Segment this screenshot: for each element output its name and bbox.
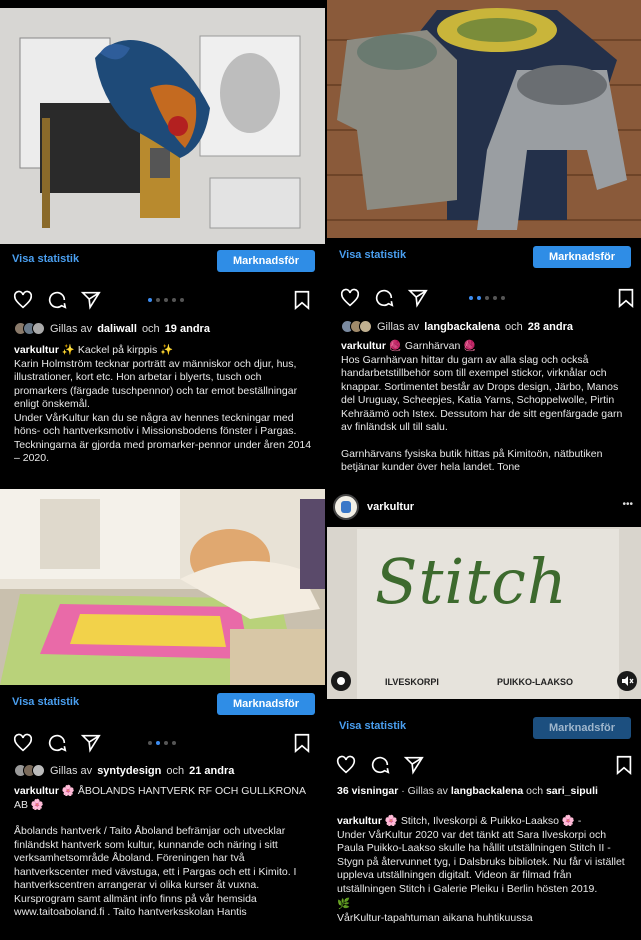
- liked-by-prefix: Gillas av: [50, 764, 93, 777]
- post-caption: varkultur 🧶 Garnhärvan 🧶 Hos Garnhärvan …: [341, 340, 629, 475]
- view-count[interactable]: 36 visningar: [337, 785, 398, 797]
- avatar[interactable]: [333, 494, 359, 520]
- post-actions: [0, 728, 325, 756]
- liked-by-suffix: och: [526, 785, 544, 797]
- stats-bar: Visa statistik Marknadsför: [0, 687, 325, 721]
- share-icon[interactable]: [407, 287, 429, 309]
- caption-body-2: Under VårKultur kan du se några av henne…: [14, 411, 312, 465]
- liked-by-user-2[interactable]: sari_sipuli: [546, 785, 598, 797]
- comment-icon[interactable]: [373, 287, 395, 309]
- post-kackel-pa-kirppis: Visa statistik Marknadsför Gillas av dal…: [0, 0, 325, 487]
- liker-avatars: [14, 322, 45, 335]
- caption-body: Åbolands hantverk / Taito Åboland befräm…: [14, 825, 297, 918]
- heart-icon[interactable]: [12, 732, 34, 754]
- heart-icon[interactable]: [339, 287, 361, 309]
- post-image-knit-sweaters[interactable]: [327, 0, 641, 238]
- more-options-icon[interactable]: •••: [622, 499, 633, 510]
- leaf-emoji: 🌿: [337, 898, 351, 910]
- post-stitch-video: varkultur ••• Stitch ILVESKORPI PUIKKO-L…: [327, 489, 641, 940]
- liked-by-user[interactable]: langbackalena: [451, 785, 523, 797]
- post-caption: varkultur 🌸 Stitch, Ilveskorpi & Puikko-…: [337, 815, 629, 925]
- liked-by-suffix: och: [505, 320, 523, 333]
- post-actions: [327, 283, 641, 311]
- liked-by: Gillas av langbackalena och 28 andra: [341, 320, 573, 333]
- share-icon[interactable]: [80, 289, 102, 311]
- view-statistics-link[interactable]: Visa statistik: [339, 249, 406, 261]
- bookmark-icon[interactable]: [291, 732, 313, 754]
- post-caption: varkultur ✨ Kackel på kirppis ✨ Karin Ho…: [14, 344, 313, 466]
- caption-body: Hos Garnhärvan hittar du garn av alla sl…: [341, 353, 623, 434]
- video-title: Stitch: [375, 545, 568, 618]
- bookmark-icon[interactable]: [613, 754, 635, 776]
- views-and-likes: 36 visningar · Gillas av langbackalena o…: [337, 785, 633, 799]
- caption-body: Karin Holmström tecknar porträtt av männ…: [14, 357, 298, 411]
- header-username[interactable]: varkultur: [367, 501, 414, 513]
- stats-bar: Visa statistik Marknadsför: [327, 240, 641, 274]
- view-statistics-link[interactable]: Visa statistik: [12, 253, 79, 265]
- comment-icon[interactable]: [46, 732, 68, 754]
- caption-title: 🧶 Garnhärvan 🧶: [388, 340, 477, 352]
- caption-username[interactable]: varkultur: [337, 815, 382, 827]
- liker-avatars: [14, 764, 45, 777]
- promote-button[interactable]: Marknadsför: [533, 717, 631, 739]
- liked-by-prefix: · Gillas av: [401, 785, 448, 797]
- liked-by-user[interactable]: syntydesign: [97, 765, 161, 777]
- post-caption: varkultur 🌸 ÅBOLANDS HANTVERK RF OCH GUL…: [14, 785, 313, 920]
- share-icon[interactable]: [403, 754, 425, 776]
- carousel-indicator: [148, 741, 176, 745]
- stats-bar: Visa statistik Marknadsför: [327, 711, 641, 745]
- share-icon[interactable]: [80, 732, 102, 754]
- promote-button[interactable]: Marknadsför: [533, 246, 631, 268]
- view-statistics-link[interactable]: Visa statistik: [12, 696, 79, 708]
- liker-avatars: [341, 320, 372, 333]
- promote-button[interactable]: Marknadsför: [217, 250, 315, 272]
- liked-by-user[interactable]: langbackalena: [424, 321, 500, 333]
- liked-by-prefix: Gillas av: [50, 322, 93, 335]
- bookmark-icon[interactable]: [615, 287, 637, 309]
- caption-title: 🌸 Stitch, Ilveskorpi & Puikko-Laakso 🌸 -: [384, 815, 582, 827]
- post-garnharvan: Visa statistik Marknadsför Gillas av lan…: [327, 0, 641, 487]
- carousel-indicator: [148, 298, 184, 302]
- post-actions: [327, 750, 641, 778]
- liked-by-prefix: Gillas av: [377, 320, 420, 333]
- liked-by: Gillas av syntydesign och 21 andra: [14, 764, 234, 777]
- comment-icon[interactable]: [46, 289, 68, 311]
- post-abolands-hantverk: Visa statistik Marknadsför Gillas av syn…: [0, 489, 325, 940]
- video-progress-icon[interactable]: [331, 671, 351, 691]
- post-image-weaving[interactable]: [0, 489, 325, 685]
- liked-by: Gillas av daliwall och 19 andra: [14, 322, 210, 335]
- stats-bar: Visa statistik Marknadsför: [0, 244, 325, 278]
- liked-by-others[interactable]: 19 andra: [165, 323, 210, 335]
- post-image-rooster-drawing[interactable]: [0, 8, 325, 244]
- caption-username[interactable]: varkultur: [14, 344, 59, 356]
- video-subtitle-left: ILVESKORPI: [385, 677, 439, 687]
- post-header: varkultur •••: [327, 489, 641, 527]
- post-actions: [0, 285, 325, 313]
- post-video-stitch[interactable]: Stitch ILVESKORPI PUIKKO-LAAKSO: [327, 527, 641, 699]
- heart-icon[interactable]: [12, 289, 34, 311]
- liked-by-suffix: och: [141, 322, 160, 335]
- liked-by-others[interactable]: 21 andra: [189, 765, 234, 777]
- caption-title: ✨ Kackel på kirppis ✨: [61, 344, 174, 356]
- liked-by-user[interactable]: daliwall: [97, 323, 137, 335]
- carousel-indicator: [469, 296, 505, 300]
- caption-username[interactable]: varkultur: [341, 340, 386, 352]
- liked-by-others[interactable]: 28 andra: [528, 321, 573, 333]
- video-subtitle-right: PUIKKO-LAAKSO: [497, 677, 573, 687]
- caption-body-2: VårKultur-tapahtuman aikana huhtikuussa: [337, 911, 533, 924]
- caption-body: Under VårKultur 2020 var det tänkt att S…: [337, 828, 625, 895]
- liked-by-suffix: och: [166, 764, 185, 777]
- bookmark-icon[interactable]: [291, 289, 313, 311]
- caption-body-2: Garnhärvans fysiska butik hittas på Kimi…: [341, 447, 603, 474]
- heart-icon[interactable]: [335, 754, 357, 776]
- mute-icon[interactable]: [617, 671, 637, 691]
- comment-icon[interactable]: [369, 754, 391, 776]
- promote-button[interactable]: Marknadsför: [217, 693, 315, 715]
- view-statistics-link[interactable]: Visa statistik: [339, 720, 406, 732]
- caption-username[interactable]: varkultur: [14, 785, 59, 797]
